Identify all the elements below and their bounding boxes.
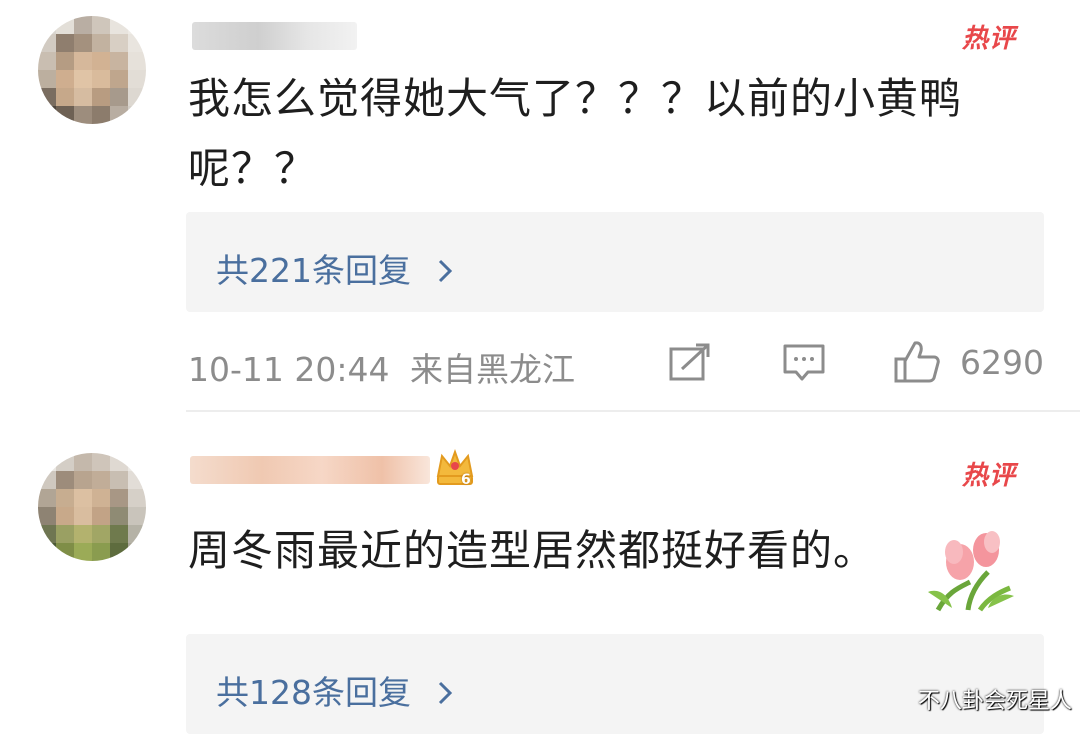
- chevron-right-icon: [436, 675, 454, 714]
- tulip-sticker-icon: [918, 522, 1018, 618]
- share-icon[interactable]: [668, 343, 712, 387]
- chevron-right-icon: [436, 253, 454, 292]
- thumbs-up-icon[interactable]: [893, 339, 941, 389]
- comment-icon[interactable]: [782, 343, 826, 387]
- comment-text: 我怎么觉得她大气了？？？以前的小黄鸭 呢？？: [188, 70, 962, 198]
- replies-count-label: 共128条回复: [216, 673, 411, 712]
- avatar[interactable]: [38, 453, 146, 561]
- location: 来自黑龙江: [409, 350, 575, 389]
- like-count: 6290: [960, 343, 1044, 382]
- replies-count-label: 共221条回复: [216, 251, 411, 290]
- watermark: 不八卦会死星人: [917, 689, 1072, 714]
- replies-panel[interactable]: 共221条回复: [186, 212, 1044, 312]
- timestamp: 10-11 20:44: [188, 350, 390, 389]
- view-replies-link[interactable]: 共221条回复: [216, 244, 454, 292]
- comment-text-line: 呢？？: [188, 144, 318, 193]
- hot-comment-badge: 热评: [962, 461, 1017, 491]
- comment-text-line: 我怎么觉得她大气了？？？以前的小黄鸭: [188, 74, 963, 123]
- username-blurred[interactable]: [192, 22, 357, 50]
- comment-text-line: 周冬雨最近的造型居然都挺好看的。: [188, 526, 877, 575]
- comment-text: 周冬雨最近的造型居然都挺好看的。: [188, 522, 876, 580]
- comment-meta: 10-11 20:44 来自黑龙江: [188, 343, 575, 391]
- vip-crown-icon[interactable]: 6: [434, 446, 476, 494]
- view-replies-link[interactable]: 共128条回复: [216, 666, 454, 714]
- hot-comment-badge: 热评: [962, 24, 1017, 54]
- divider: [186, 410, 1080, 412]
- level-badge: 6: [461, 472, 471, 488]
- avatar[interactable]: [38, 16, 146, 124]
- username-blurred[interactable]: [190, 456, 430, 484]
- replies-panel[interactable]: 共128条回复: [186, 634, 1044, 734]
